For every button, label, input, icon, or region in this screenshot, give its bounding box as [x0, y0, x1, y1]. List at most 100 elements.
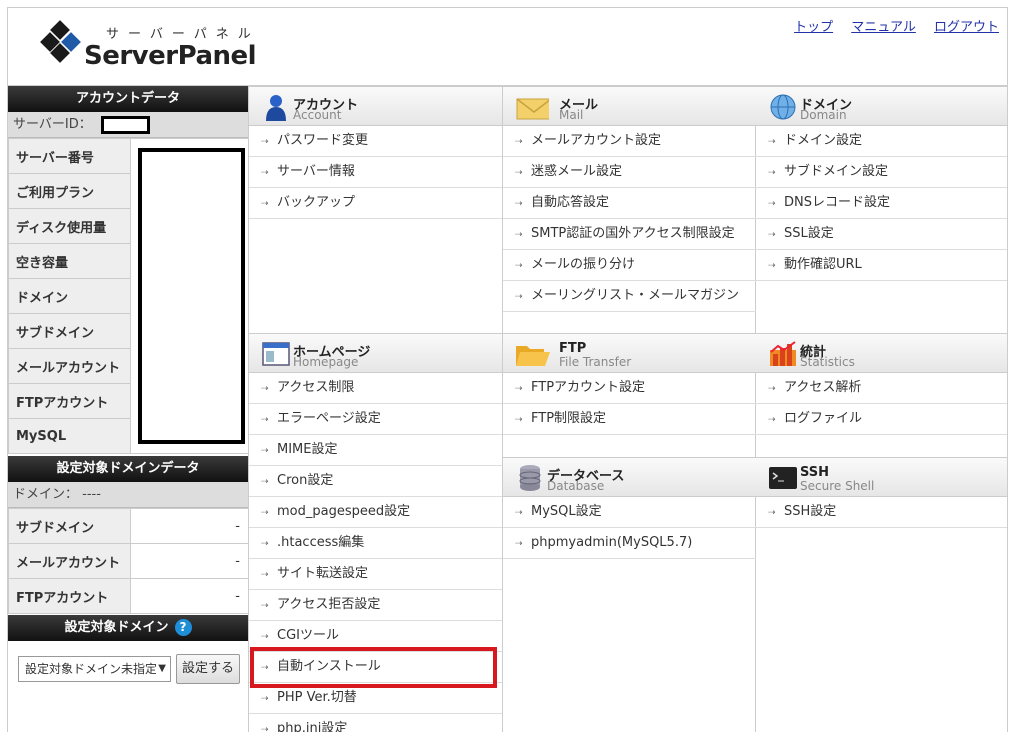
category-mail: メール Mail — [503, 86, 756, 126]
menu-item[interactable]: ⇢ php.ini設定 — [249, 714, 502, 732]
logo-title: ServerPanel — [84, 41, 257, 71]
menu-item[interactable]: ⇢ Cron設定 — [249, 466, 502, 497]
menu-item[interactable]: ⇢ メーリングリスト・メールマガジン — [503, 281, 756, 312]
menu-item-auto-install[interactable]: ⇢ 自動インストール — [249, 652, 502, 683]
top-link[interactable]: トップ — [794, 20, 833, 35]
sidebar: アカウントデータ サーバーID： サーバー番号 ご利用プラン ディスク使用量 空… — [8, 86, 249, 732]
info-value: - — [130, 508, 249, 544]
menu-item-label: アクセス拒否設定 — [277, 597, 381, 612]
category-subtitle: Domain — [800, 108, 847, 122]
info-key: メールアカウント — [8, 543, 131, 579]
menu-item[interactable]: ⇢ アクセス制限 — [249, 373, 502, 404]
menu-item[interactable]: ⇢ mod_pagespeed設定 — [249, 497, 502, 528]
arrow-bullet-icon: ⇢ — [515, 415, 523, 425]
top-links: トップ マニュアル ログアウト — [780, 16, 999, 35]
menu-item-label: ログファイル — [784, 411, 863, 426]
server-id-row: サーバーID： — [8, 112, 248, 138]
menu-item-label: サーバー情報 — [277, 164, 355, 179]
menu-item[interactable]: ⇢ ログファイル — [756, 404, 1007, 435]
menu-item[interactable]: ⇢ アクセス拒否設定 — [249, 590, 502, 621]
arrow-bullet-icon: ⇢ — [261, 384, 269, 394]
menu-item[interactable]: ⇢ SMTP認証の国外アクセス制限設定 — [503, 219, 756, 250]
category-subtitle: Mail — [559, 108, 584, 122]
arrow-bullet-icon: ⇢ — [768, 168, 776, 178]
arrow-bullet-icon: ⇢ — [261, 601, 269, 611]
menu-item-label: 動作確認URL — [784, 257, 862, 272]
category-account: アカウント Account — [249, 86, 502, 126]
arrow-bullet-icon: ⇢ — [261, 663, 269, 673]
menu-item[interactable]: ⇢ DNSレコード設定 — [756, 188, 1007, 219]
domain-select[interactable]: 設定対象ドメイン未指定 ▼ — [18, 656, 171, 682]
menu-item-label: DNSレコード設定 — [784, 195, 890, 210]
arrow-bullet-icon: ⇢ — [261, 632, 269, 642]
menu-item-label: PHP Ver.切替 — [277, 690, 357, 705]
arrow-bullet-icon: ⇢ — [261, 508, 269, 518]
help-icon[interactable]: ? — [174, 619, 192, 636]
logo-subtitle: サーバーパネル — [106, 27, 260, 42]
menu-item[interactable]: ⇢ メールの振り分け — [503, 250, 756, 281]
menu-item[interactable]: ⇢ 動作確認URL — [756, 250, 1007, 281]
menu-item-label: mod_pagespeed設定 — [277, 504, 411, 519]
menu-item[interactable]: ⇢ MySQL設定 — [503, 497, 756, 528]
category-stats: 統計 Statistics — [756, 333, 1007, 373]
arrow-bullet-icon: ⇢ — [261, 539, 269, 549]
menu-item[interactable]: ⇢ バックアップ — [249, 188, 502, 219]
menu-item[interactable]: ⇢ 自動応答設定 — [503, 188, 756, 219]
menu-item[interactable]: ⇢ サイト転送設定 — [249, 559, 502, 590]
menu-item[interactable]: ⇢ アクセス解析 — [756, 373, 1007, 404]
menu-item[interactable]: ⇢ サブドメイン設定 — [756, 157, 1007, 188]
arrow-bullet-icon: ⇢ — [261, 446, 269, 456]
menu-item[interactable]: ⇢ FTPアカウント設定 — [503, 373, 756, 404]
set-domain-button[interactable]: 設定する — [176, 654, 240, 684]
manual-link[interactable]: マニュアル — [851, 20, 916, 35]
menu-item[interactable]: ⇢ MIME設定 — [249, 435, 502, 466]
globe-icon — [770, 94, 796, 120]
menu-item[interactable]: ⇢ .htaccess編集 — [249, 528, 502, 559]
logout-link[interactable]: ログアウト — [934, 20, 999, 35]
menu-item[interactable]: ⇢ SSL設定 — [756, 219, 1007, 250]
account-icon — [266, 95, 286, 121]
menu-item[interactable]: ⇢ サーバー情報 — [249, 157, 502, 188]
info-value: - — [130, 578, 249, 614]
menu-item-label: MySQL設定 — [531, 504, 602, 519]
arrow-bullet-icon: ⇢ — [768, 415, 776, 425]
arrow-bullet-icon: ⇢ — [261, 137, 269, 147]
serverpanel-logo[interactable]: サーバーパネル ServerPanel — [36, 20, 266, 77]
redacted-server-id — [101, 116, 150, 134]
category-homepage: ホームページ Homepage — [249, 333, 502, 373]
arrow-bullet-icon: ⇢ — [515, 168, 523, 178]
menu-item[interactable]: ⇢ パスワード変更 — [249, 126, 502, 157]
menu-item-label: CGIツール — [277, 628, 339, 643]
info-key: FTPアカウント — [8, 383, 131, 419]
menu-item[interactable]: ⇢ SSH設定 — [756, 497, 1007, 528]
header: サーバーパネル ServerPanel トップ マニュアル ログアウト — [8, 8, 1007, 86]
arrow-bullet-icon: ⇢ — [768, 230, 776, 240]
domain-data-heading: 設定対象ドメインデータ — [8, 456, 248, 482]
menu-item[interactable]: ⇢ エラーページ設定 — [249, 404, 502, 435]
info-key: ご利用プラン — [8, 173, 131, 209]
menu-item[interactable]: ⇢ ドメイン設定 — [756, 126, 1007, 157]
menu-item[interactable]: ⇢ CGIツール — [249, 621, 502, 652]
arrow-bullet-icon: ⇢ — [515, 508, 523, 518]
arrow-bullet-icon: ⇢ — [515, 137, 523, 147]
menu-item-label: アクセス制限 — [277, 380, 355, 395]
category-subtitle: File Transfer — [559, 355, 632, 369]
category-database: データベース Database — [503, 457, 756, 497]
menu-item[interactable]: ⇢ FTP制限設定 — [503, 404, 756, 435]
arrow-bullet-icon: ⇢ — [515, 292, 523, 302]
menu-item-label: エラーページ設定 — [277, 411, 381, 426]
arrow-bullet-icon: ⇢ — [261, 415, 269, 425]
menu-item[interactable]: ⇢ メールアカウント設定 — [503, 126, 756, 157]
category-ssh: SSH Secure Shell — [756, 457, 1007, 497]
info-value: - — [130, 543, 249, 579]
menu-item[interactable]: ⇢ 迷惑メール設定 — [503, 157, 756, 188]
info-key: サブドメイン — [8, 508, 131, 544]
terminal-icon — [769, 467, 797, 489]
menu-item[interactable]: ⇢ phpmyadmin(MySQL5.7) — [503, 528, 756, 559]
menu-item-label: phpmyadmin(MySQL5.7) — [531, 535, 693, 550]
arrow-bullet-icon: ⇢ — [768, 199, 776, 209]
menu-item[interactable]: ⇢ PHP Ver.切替 — [249, 683, 502, 714]
menu-item-label: .htaccess編集 — [277, 535, 365, 550]
mail-icon — [516, 98, 549, 120]
category-domain: ドメイン Domain — [756, 86, 1007, 126]
